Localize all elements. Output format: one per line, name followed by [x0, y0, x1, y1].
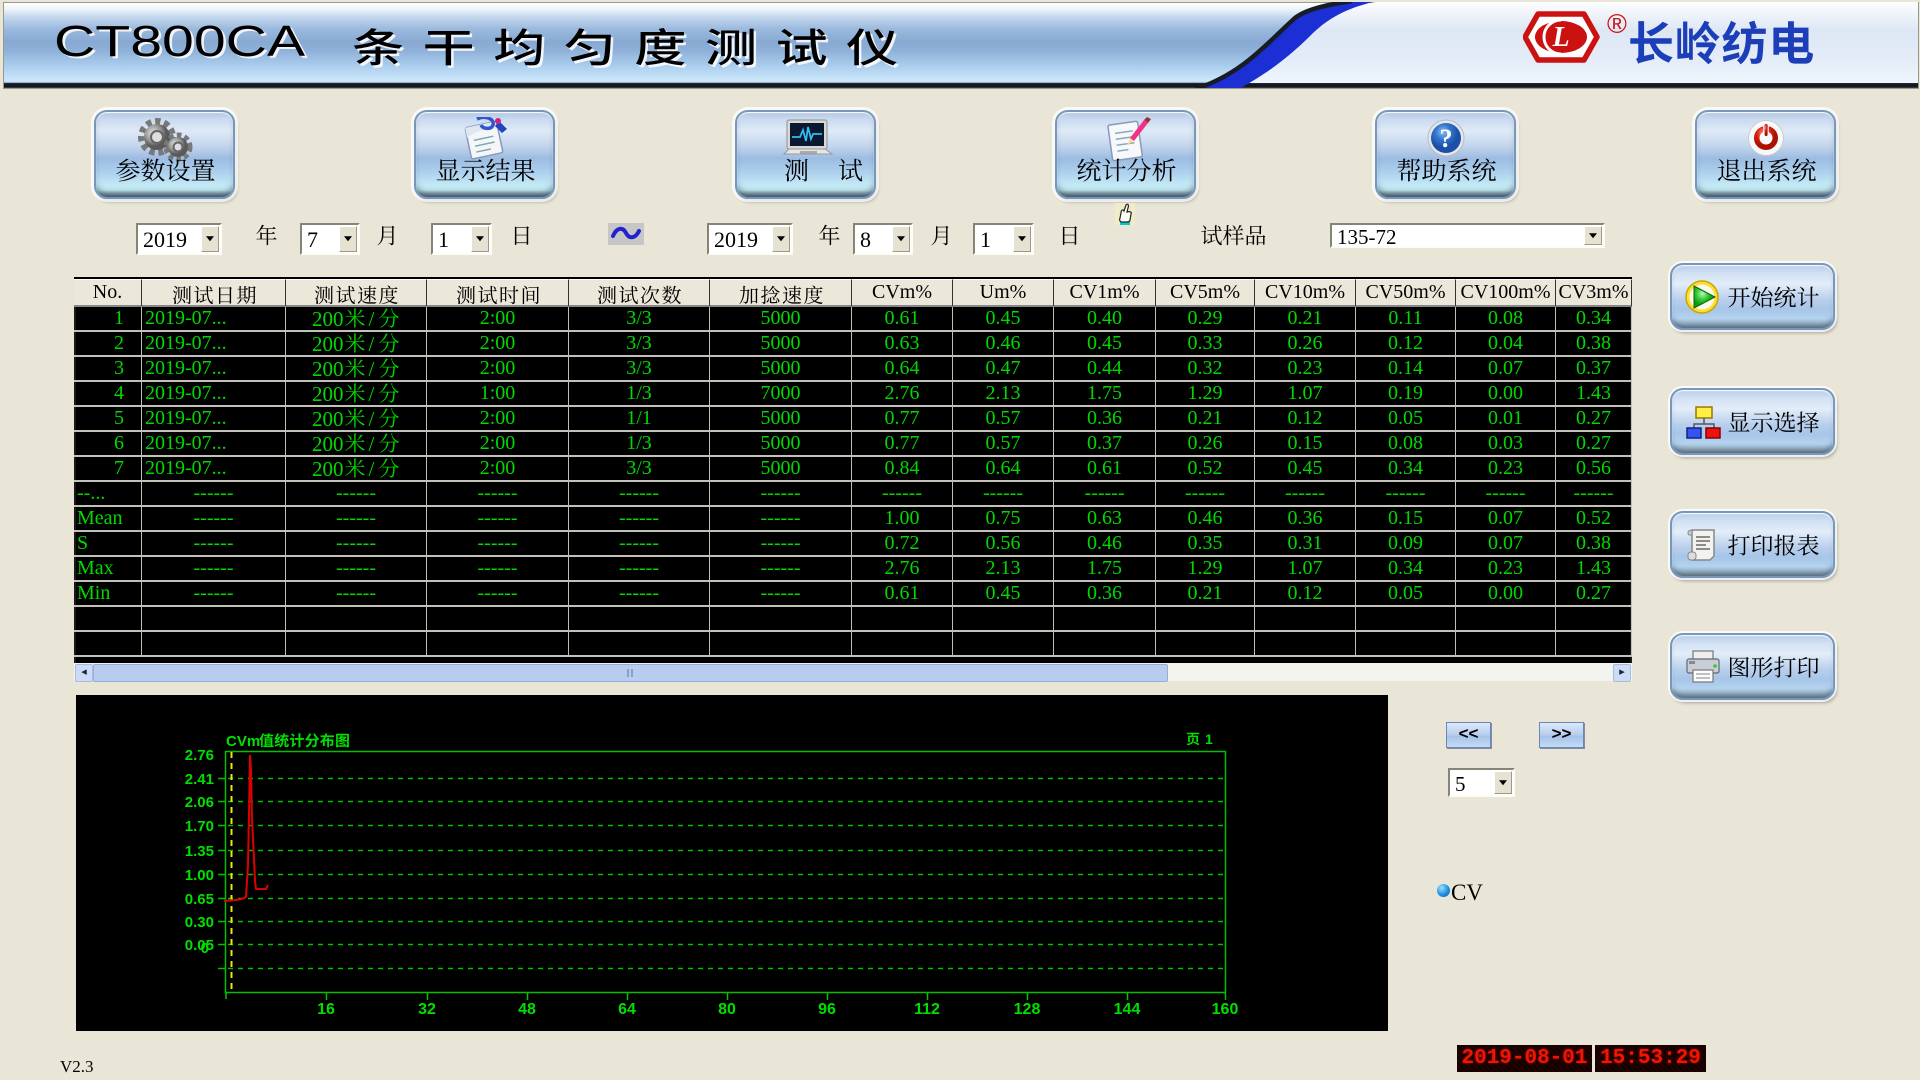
svg-text:1.35: 1.35 [185, 843, 214, 860]
svg-text:96: 96 [818, 1001, 836, 1018]
svg-text:16: 16 [317, 1001, 335, 1018]
svg-text:2.41: 2.41 [185, 771, 214, 788]
svg-text:/: / [369, 307, 375, 330]
svg-text:0.05: 0.05 [185, 937, 214, 954]
svg-text:112: 112 [914, 1001, 940, 1018]
svg-text:L: L [1551, 22, 1569, 53]
svg-text:/: / [369, 407, 375, 430]
svg-text:/: / [369, 332, 375, 355]
svg-text:CVm: CVm [226, 733, 260, 750]
svg-text:0.30: 0.30 [185, 914, 214, 931]
svg-text:2.76: 2.76 [185, 747, 214, 764]
svg-text:200: 200 [312, 407, 344, 430]
svg-text:0.65: 0.65 [185, 891, 214, 908]
svg-text:/: / [369, 457, 375, 480]
svg-text:/: / [369, 432, 375, 455]
svg-text:1: 1 [1205, 731, 1213, 747]
svg-text:200: 200 [312, 307, 344, 330]
svg-text:1.00: 1.00 [185, 867, 214, 884]
svg-text:200: 200 [312, 332, 344, 355]
svg-text:160: 160 [1212, 1001, 1239, 1018]
svg-text:200: 200 [312, 357, 344, 380]
svg-text:/: / [369, 357, 375, 380]
svg-text:2.06: 2.06 [185, 794, 214, 811]
svg-text:128: 128 [1014, 1001, 1041, 1018]
svg-text:200: 200 [312, 382, 344, 405]
svg-text:32: 32 [418, 1001, 436, 1018]
svg-text:200: 200 [312, 457, 344, 480]
svg-text:144: 144 [1114, 1001, 1141, 1018]
svg-text:200: 200 [312, 432, 344, 455]
svg-text:64: 64 [618, 1001, 636, 1018]
svg-text:/: / [369, 382, 375, 405]
svg-text:®: ® [1607, 10, 1627, 39]
svg-text:48: 48 [518, 1001, 536, 1018]
svg-text:0: 0 [201, 940, 209, 957]
svg-text:1.70: 1.70 [185, 818, 214, 835]
svg-text:80: 80 [718, 1001, 736, 1018]
